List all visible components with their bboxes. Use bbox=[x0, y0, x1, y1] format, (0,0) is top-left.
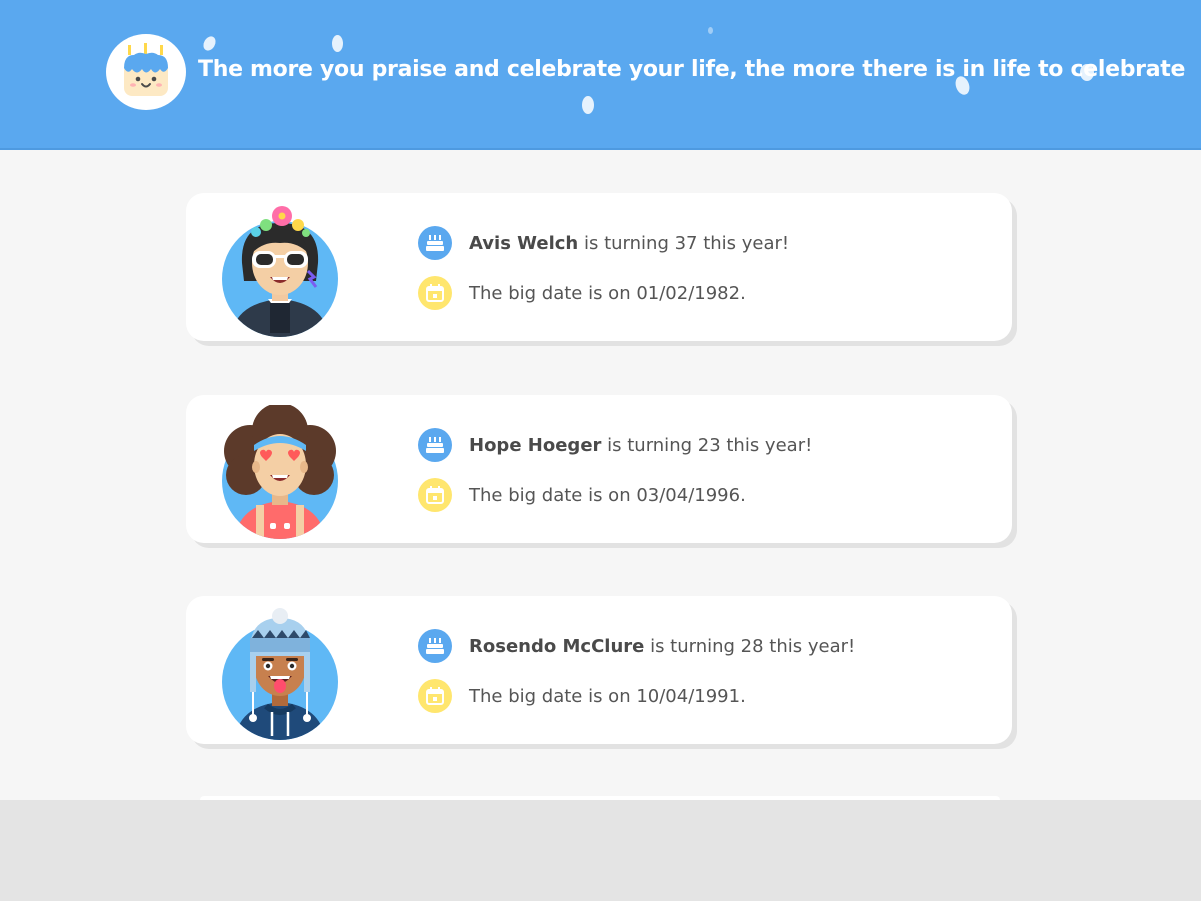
age-text: is turning 23 this year! bbox=[601, 434, 813, 456]
person-name: Rosendo McClure bbox=[469, 635, 645, 657]
confetti-flake bbox=[708, 27, 713, 34]
date-line: The big date is on 10/04/1991. bbox=[418, 679, 746, 713]
cake-icon bbox=[418, 226, 452, 260]
woman-flower-crown-sunglasses-avatar bbox=[222, 206, 338, 337]
date-line: The big date is on 03/04/1996. bbox=[418, 478, 746, 512]
birthday-card: Hope Hoeger is turning 23 this year! The… bbox=[186, 395, 1012, 543]
person-name: Hope Hoeger bbox=[469, 434, 602, 456]
birthday-card: Avis Welch is turning 37 this year! The … bbox=[186, 193, 1012, 341]
calendar-icon bbox=[418, 478, 452, 512]
date-text: The big date is on 01/02/1982. bbox=[469, 282, 746, 304]
woman-curly-hair-heart-eyes-avatar bbox=[222, 405, 338, 539]
date-text: The big date is on 03/04/1996. bbox=[469, 484, 746, 506]
calendar-icon bbox=[418, 276, 452, 310]
age-line: Rosendo McClure is turning 28 this year! bbox=[418, 629, 855, 663]
person-name: Avis Welch bbox=[469, 232, 579, 254]
age-text: is turning 37 this year! bbox=[578, 232, 790, 254]
birthday-cake-face-icon bbox=[124, 43, 168, 96]
cake-icon bbox=[418, 428, 452, 462]
age-line: Hope Hoeger is turning 23 this year! bbox=[418, 428, 812, 462]
header-banner: The more you praise and celebrate your l… bbox=[0, 0, 1201, 150]
app-logo bbox=[106, 34, 186, 110]
cake-icon bbox=[418, 629, 452, 663]
header-quote: The more you praise and celebrate your l… bbox=[198, 57, 1186, 82]
footer-area bbox=[0, 800, 1201, 901]
confetti-flake bbox=[582, 96, 594, 114]
calendar-icon bbox=[418, 679, 452, 713]
date-line: The big date is on 01/02/1982. bbox=[418, 276, 746, 310]
birthday-list: Avis Welch is turning 37 this year! The … bbox=[0, 150, 1201, 800]
date-text: The big date is on 10/04/1991. bbox=[469, 685, 746, 707]
birthday-card: Rosendo McClure is turning 28 this year!… bbox=[186, 596, 1012, 744]
man-beanie-tongue-out-avatar bbox=[222, 608, 338, 740]
age-text: is turning 28 this year! bbox=[644, 635, 856, 657]
age-line: Avis Welch is turning 37 this year! bbox=[418, 226, 789, 260]
